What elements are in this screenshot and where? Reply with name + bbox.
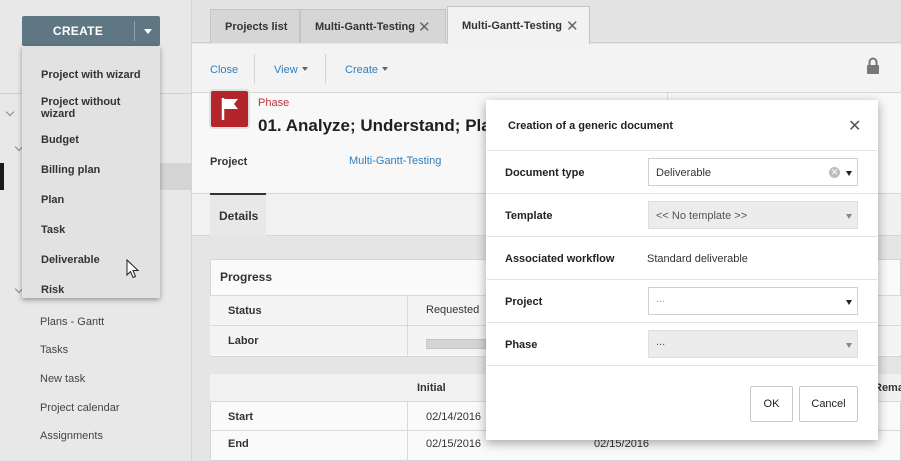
- clear-icon[interactable]: ✕: [829, 167, 840, 178]
- chevron-down-icon: [301, 67, 308, 71]
- chevron-down-icon: [846, 343, 852, 348]
- close-icon[interactable]: ✕: [848, 116, 861, 136]
- sidebar-active-item[interactable]: [160, 163, 191, 190]
- menu-item-billing-plan[interactable]: Billing plan: [41, 164, 154, 176]
- template-select[interactable]: << No template >>: [648, 201, 858, 229]
- create-button-divider: [134, 21, 135, 41]
- create-dropdown-toggle[interactable]: [136, 16, 160, 46]
- dialog-divider: [487, 365, 877, 366]
- tab-details-label: Details: [219, 209, 259, 223]
- create-button-label: CREATE: [52, 24, 104, 38]
- mouse-cursor-icon: [126, 259, 140, 279]
- project-select-value: ...: [656, 293, 666, 305]
- end-initial-value: 02/15/2016: [426, 438, 482, 450]
- document-type-value: Deliverable: [656, 167, 712, 179]
- document-type-select[interactable]: Deliverable ✕: [648, 158, 858, 186]
- tab-label: Multi-Gantt-Testing: [315, 21, 415, 33]
- document-type-label: Document type: [505, 167, 585, 179]
- create-button[interactable]: CREATE: [22, 16, 160, 46]
- row-label: Labor: [228, 335, 259, 347]
- chevron-down-icon: [846, 171, 852, 176]
- cancel-button[interactable]: Cancel: [799, 386, 858, 422]
- tab-projects-list[interactable]: Projects list: [210, 9, 300, 43]
- phase-select[interactable]: ...: [648, 330, 858, 358]
- chevron-down-icon: [382, 67, 389, 71]
- record-type-label: Phase: [258, 97, 290, 109]
- toolbar-divider: [325, 54, 326, 84]
- column-header-remaining: Remain: [874, 382, 901, 394]
- status-value: Requested: [426, 304, 480, 316]
- dates-row-start-label: Start: [228, 411, 254, 423]
- menu-item-plan[interactable]: Plan: [41, 194, 154, 206]
- close-button[interactable]: Close: [210, 64, 238, 76]
- row-label: Status: [228, 305, 262, 317]
- menu-item-task[interactable]: Task: [41, 224, 154, 236]
- tab-label: Multi-Gantt-Testing: [462, 20, 562, 32]
- ok-button[interactable]: OK: [750, 386, 793, 422]
- page-title: 01. Analyze; Understand; Plan: [258, 116, 488, 135]
- progress-panel-title: Progress: [220, 270, 273, 284]
- dialog-divider: [487, 322, 877, 323]
- toolbar: Close View Create: [192, 44, 901, 93]
- close-icon[interactable]: ✕: [418, 18, 431, 36]
- chevron-down-icon: [846, 300, 852, 305]
- cell-divider: [407, 296, 408, 326]
- view-menu-button[interactable]: View: [274, 64, 308, 76]
- column-header-initial: Initial: [417, 382, 446, 394]
- toolbar-divider: [254, 54, 255, 84]
- sidebar-item-tasks[interactable]: Tasks: [40, 344, 68, 356]
- tab-multi-gantt-testing-active[interactable]: Multi-Gantt-Testing ✕: [447, 6, 590, 44]
- create-menu-button[interactable]: Create: [345, 64, 389, 76]
- sidebar-item-project-calendar[interactable]: Project calendar: [40, 402, 120, 414]
- associated-workflow-label: Associated workflow: [505, 253, 615, 265]
- tab-label: Projects list: [225, 21, 288, 33]
- create-menu-label: Create: [345, 64, 379, 76]
- close-icon[interactable]: ✕: [566, 17, 579, 35]
- view-menu-label: View: [274, 64, 298, 76]
- template-value: << No template >>: [656, 210, 748, 222]
- template-label: Template: [505, 210, 553, 222]
- phase-label: Phase: [505, 339, 538, 351]
- associated-workflow-value: Standard deliverable: [647, 253, 748, 265]
- sidebar-item-new-task[interactable]: New task: [40, 373, 85, 385]
- chevron-down-icon: [144, 29, 152, 34]
- project-field-label: Project: [210, 156, 248, 168]
- menu-item-project-with-wizard[interactable]: Project with wizard: [41, 69, 154, 81]
- menu-item-risk[interactable]: Risk: [41, 284, 154, 296]
- chevron-down-icon: [846, 214, 852, 219]
- cell-divider: [407, 402, 408, 461]
- dates-row-end-label: End: [228, 438, 249, 450]
- sidebar-active-indicator: [0, 163, 4, 190]
- project-select[interactable]: ...: [648, 287, 858, 315]
- phase-flag-icon: [211, 91, 248, 127]
- dialog-divider: [487, 236, 877, 237]
- dialog-divider: [487, 150, 877, 151]
- lock-icon[interactable]: [866, 57, 880, 75]
- start-initial-value: 02/14/2016: [426, 411, 482, 423]
- sidebar-item-plans-gantt[interactable]: Plans - Gantt: [40, 316, 104, 328]
- dialog-divider: [487, 193, 877, 194]
- dialog-title: Creation of a generic document: [508, 120, 674, 132]
- cell-divider: [407, 326, 408, 356]
- phase-select-value: ...: [656, 336, 666, 348]
- sidebar-item-assignments[interactable]: Assignments: [40, 430, 103, 442]
- tab-multi-gantt-testing[interactable]: Multi-Gantt-Testing ✕: [300, 9, 446, 43]
- tab-details[interactable]: Details: [210, 193, 266, 236]
- menu-item-project-without-wizard[interactable]: Project without wizard: [41, 96, 131, 120]
- labor-progress-bar: [426, 339, 486, 349]
- project-label: Project: [505, 296, 543, 308]
- menu-item-budget[interactable]: Budget: [41, 134, 154, 146]
- dialog-divider: [487, 279, 877, 280]
- project-link[interactable]: Multi-Gantt-Testing: [349, 155, 441, 167]
